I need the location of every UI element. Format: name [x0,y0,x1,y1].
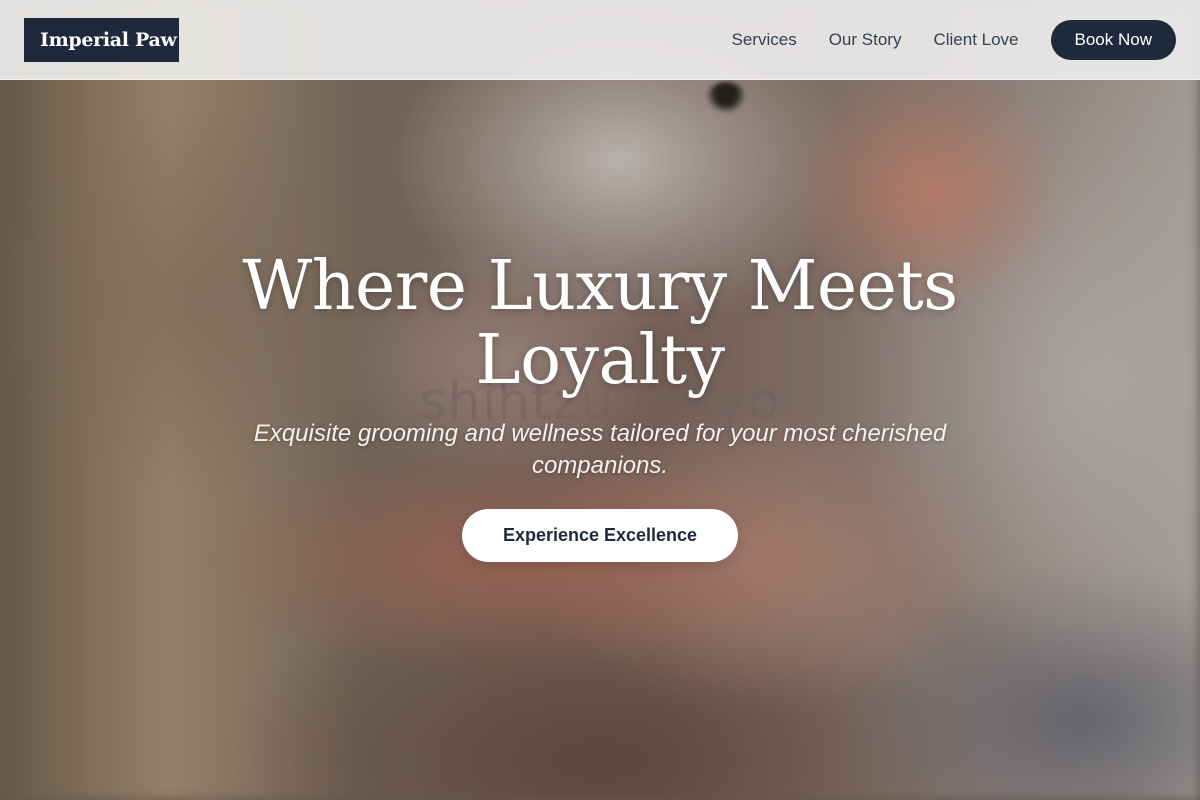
hero-title: Where Luxury Meets Loyalty [242,247,958,400]
nav-link-client-love[interactable]: Client Love [933,30,1018,50]
book-now-button[interactable]: Book Now [1050,20,1176,60]
site-header: Imperial Paw Services Our Story Client L… [0,0,1200,80]
experience-excellence-button[interactable]: Experience Excellence [462,509,738,562]
nav-link-our-story[interactable]: Our Story [829,30,902,50]
main-nav: Services Our Story Client Love Book Now [732,0,1176,80]
nav-link-services[interactable]: Services [732,30,797,50]
hero-subtitle: Exquisite grooming and wellness tailored… [253,420,947,479]
brand-logo[interactable]: Imperial Paw [24,18,179,62]
landing-page: shihtzu.tokyo Imperial Paw Services Our … [0,0,1200,800]
